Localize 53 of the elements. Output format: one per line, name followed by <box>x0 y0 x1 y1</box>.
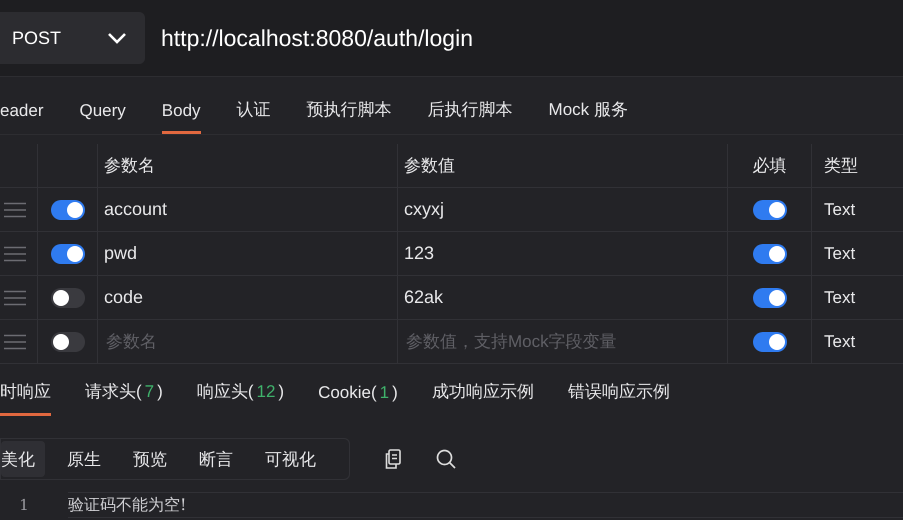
url-field[interactable]: http://localhost:8080/auth/login <box>145 0 903 76</box>
toggle-switch[interactable] <box>50 200 84 220</box>
copy-icon[interactable] <box>384 449 402 469</box>
tab[interactable]: 成功响应示例 <box>432 380 534 416</box>
column-header: 类型 <box>824 155 858 177</box>
column-header: 参数名 <box>104 155 155 177</box>
toggle-switch[interactable] <box>50 244 84 264</box>
tab[interactable]: 错误响应示例 <box>568 380 670 416</box>
toggle-switch[interactable] <box>752 288 786 308</box>
search-icon[interactable] <box>436 449 456 469</box>
table-cell: account <box>104 199 168 220</box>
drag-handle-icon[interactable] <box>4 290 26 306</box>
toggle-switch[interactable] <box>752 200 786 220</box>
method-select[interactable]: POST <box>0 12 145 64</box>
chevron-down-icon <box>107 32 127 44</box>
tab[interactable]: 请求头( 7 ) <box>85 380 163 416</box>
toggle-switch[interactable] <box>752 244 786 264</box>
table-cell: cxyxj <box>404 199 444 220</box>
view-mode-button[interactable]: 原生 <box>57 441 111 477</box>
table-cell: Text <box>824 200 856 220</box>
drag-handle-icon[interactable] <box>4 334 26 350</box>
tab[interactable]: 时响应 <box>0 380 51 416</box>
toggle-switch[interactable] <box>752 332 786 352</box>
toggle-switch[interactable] <box>50 288 84 308</box>
tab[interactable]: Body <box>162 101 201 134</box>
table-cell: Text <box>824 332 856 352</box>
tab[interactable]: eader <box>0 101 44 134</box>
code-line: 验证码不能为空! <box>68 492 903 518</box>
table-cell: 62ak <box>404 287 444 308</box>
tab[interactable]: Query <box>79 101 126 134</box>
table-cell: Text <box>824 244 856 264</box>
tab[interactable]: 响应头( 12 ) <box>196 380 284 416</box>
name-field[interactable]: 参数名 <box>104 330 397 352</box>
drag-handle-icon[interactable] <box>4 202 26 218</box>
value-field[interactable]: 参数值，支持Mock字段变量 <box>404 330 727 352</box>
tab[interactable]: 预执行脚本 <box>306 98 392 134</box>
view-mode-button[interactable]: 可视化 <box>255 441 326 477</box>
column-header: 参数值 <box>404 155 455 177</box>
column-header: 必填 <box>752 155 786 177</box>
table-cell: Text <box>824 288 856 308</box>
tab[interactable]: 认证 <box>236 98 271 134</box>
drag-handle-icon[interactable] <box>4 246 26 262</box>
table-cell: code <box>104 287 144 308</box>
view-mode-button[interactable]: 美化 <box>1 441 45 477</box>
table-cell: pwd <box>104 243 138 264</box>
line-number: 1 <box>18 496 30 514</box>
tab[interactable]: 后执行脚本 <box>428 98 513 134</box>
tab[interactable]: Cookie( 1 ) <box>318 383 398 416</box>
toggle-switch[interactable] <box>50 332 84 352</box>
view-mode-button[interactable]: 断言 <box>189 441 243 477</box>
table-cell: 123 <box>404 243 434 264</box>
tab[interactable]: Mock 服务 <box>548 98 628 134</box>
view-mode-button[interactable]: 预览 <box>123 441 177 477</box>
